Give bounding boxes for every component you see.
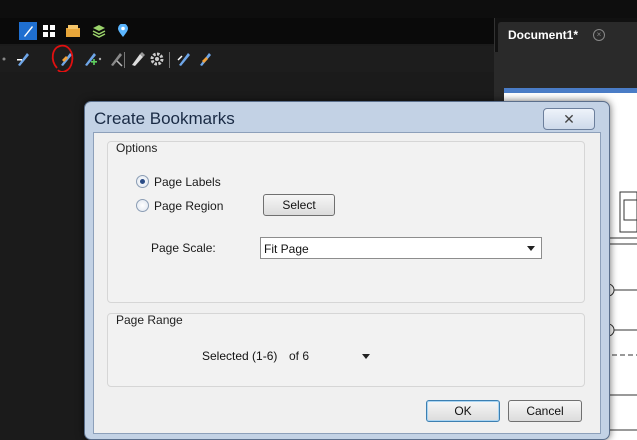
close-tab-icon[interactable]: × <box>593 29 605 41</box>
page-scale-label: Page Scale: <box>151 241 216 255</box>
add-bookmark-icon[interactable] <box>14 50 32 68</box>
edit-bookmark-icon[interactable] <box>129 50 147 68</box>
title-strip <box>0 0 637 18</box>
page-labels-radio[interactable] <box>136 175 149 188</box>
page-scale-select[interactable]: Fit Page <box>260 237 542 259</box>
close-icon[interactable]: ✕ <box>543 108 595 130</box>
dialog-body: Options Page Labels Page Region Select P… <box>93 132 601 434</box>
page-range-value: Selected (1-6) <box>202 349 278 363</box>
options-group-title: Options <box>116 141 158 155</box>
create-bookmarks-dialog: Create Bookmarks ✕ Options Page Labels P… <box>84 101 610 440</box>
radio-selected-dot <box>140 179 145 184</box>
page-range-of-text: of 6 <box>289 349 310 363</box>
ok-button[interactable]: OK <box>426 400 500 422</box>
toolbar-separator <box>124 52 125 68</box>
dialog-title: Create Bookmarks <box>94 109 235 128</box>
bookmark-tool-b-icon[interactable] <box>196 50 214 68</box>
bookmark-tool-a-icon[interactable] <box>175 50 193 68</box>
page-region-label[interactable]: Page Region <box>154 199 223 213</box>
select-region-button[interactable]: Select <box>263 194 335 216</box>
chevron-down-icon <box>362 354 370 359</box>
grid-icon[interactable] <box>40 22 58 40</box>
page-range-group: Page Range Selected (1-6) of 6 <box>107 313 585 387</box>
bookmark-settings-icon[interactable] <box>148 50 166 68</box>
remove-bookmark-icon[interactable] <box>107 50 125 68</box>
toolbar-grip-icon <box>0 50 8 68</box>
page-scale-value: Fit Page <box>264 242 309 256</box>
page-range-group-title: Page Range <box>116 313 183 327</box>
markup-tool-icon[interactable] <box>19 22 37 40</box>
tab-document1[interactable]: Document1* × <box>498 22 637 52</box>
toolbar-separator <box>169 52 170 68</box>
page-labels-label[interactable]: Page Labels <box>154 175 221 189</box>
layers-icon[interactable] <box>90 22 108 40</box>
dropdown-dot-icon[interactable] <box>96 50 104 68</box>
options-group: Options Page Labels Page Region Select P… <box>107 141 585 303</box>
location-icon[interactable] <box>114 22 132 40</box>
cancel-button[interactable]: Cancel <box>508 400 582 422</box>
page-region-radio[interactable] <box>136 199 149 212</box>
toolchest-icon[interactable] <box>64 22 82 40</box>
chevron-down-icon <box>527 246 535 251</box>
tab-label: Document1* <box>508 28 579 42</box>
